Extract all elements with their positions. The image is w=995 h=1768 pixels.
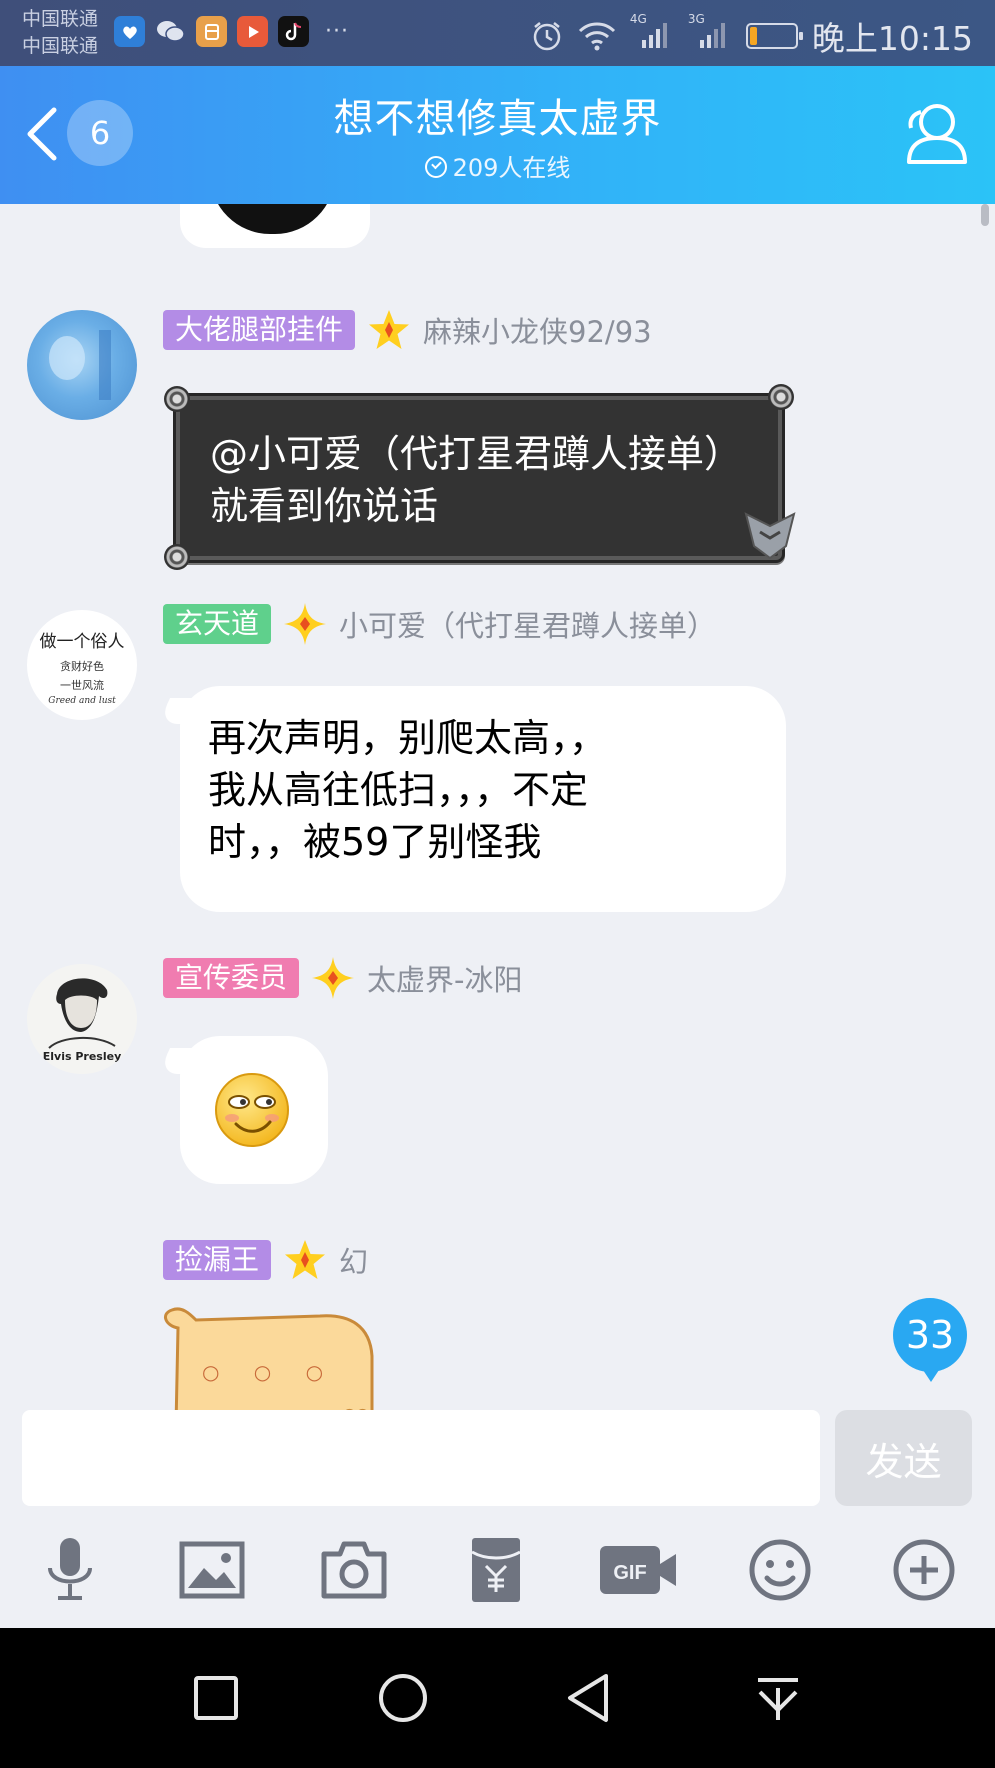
message-bubble[interactable]	[180, 1036, 328, 1184]
member-title-badge: 宣传委员	[163, 958, 300, 998]
message-text-line: 时，，被59了别怪我	[208, 820, 542, 864]
status-bar: 中国联通 中国联通 ··· 4G 3G 晚上10:15	[0, 0, 995, 66]
more-notifications: ···	[325, 19, 349, 44]
online-status: 209人在线	[0, 148, 995, 183]
sender-nickname[interactable]: 太虚界-冰阳	[367, 957, 522, 999]
avatar-text: 做一个俗人	[39, 632, 125, 652]
sticker-text: ○ ○ ○	[202, 1360, 338, 1384]
online-count: 209人在线	[452, 154, 571, 182]
wechat-icon	[155, 16, 186, 47]
signal-4g-icon: 4G	[630, 12, 674, 55]
avatar[interactable]: Elvis Presley	[27, 964, 137, 1074]
bubble-decoration	[164, 386, 190, 412]
sticker-message[interactable]: ○ ○ ○	[160, 1306, 382, 1410]
group-members-button[interactable]	[899, 100, 971, 168]
avatar[interactable]	[27, 310, 137, 420]
bubble-decoration	[768, 384, 794, 410]
decepticon-icon	[744, 512, 796, 560]
message-meta: 宣传委员 太虚界-冰阳	[163, 957, 522, 999]
image-icon[interactable]	[172, 1530, 252, 1610]
new-messages-badge[interactable]: 33	[893, 1298, 967, 1382]
cat-sticker-icon	[163, 1307, 374, 1410]
message-text: @小可爱（代打星君蹲人接单）就看到你说话	[210, 432, 743, 528]
bubble-decoration	[164, 544, 190, 570]
member-title-badge: 捡漏王	[163, 1240, 272, 1280]
emoji-icon[interactable]	[740, 1530, 820, 1610]
gif-icon[interactable]: GIF	[598, 1530, 678, 1610]
wifi-icon	[578, 22, 615, 51]
sender-nickname[interactable]: 小可爱（代打星君蹲人接单）	[339, 603, 716, 645]
message-text-line: 再次声明，别爬太高，，	[208, 716, 608, 760]
clock: 晚上10:15	[811, 19, 973, 58]
message-text-line: 我从高往低扫，，，不定	[208, 768, 589, 812]
avatar-text: 一世风流	[60, 679, 104, 692]
system-navigation-bar	[0, 1628, 995, 1768]
message-bubble[interactable]: @小可爱（代打星君蹲人接单）就看到你说话	[164, 384, 796, 570]
avatar[interactable]: 做一个俗人 贪财好色 一世风流 Greed and lust	[27, 610, 137, 720]
message-meta: 捡漏王 幻	[163, 1240, 368, 1280]
sender-nickname[interactable]: 麻辣小龙侠92/93	[423, 309, 652, 351]
recent-apps-icon[interactable]	[186, 1668, 246, 1728]
tiktok-icon	[278, 16, 309, 47]
plus-icon[interactable]	[884, 1530, 964, 1610]
avatar-text: Elvis Presley	[42, 1050, 122, 1063]
previous-image-message[interactable]	[180, 204, 370, 248]
message-meta: 大佬腿部挂件 麻辣小龙侠92/93	[163, 310, 652, 350]
system-status: 4G 3G 晚上10:15	[530, 12, 973, 60]
group-title: 想不想修真太虚界	[333, 96, 662, 142]
signal-3g-icon: 3G	[688, 12, 732, 55]
qq-icon	[114, 16, 145, 47]
scrollbar[interactable]	[981, 204, 989, 226]
home-icon[interactable]	[373, 1668, 433, 1728]
red-packet-icon[interactable]	[456, 1530, 536, 1610]
chat-header: 6 想不想修真太虚界 209人在线	[0, 66, 995, 204]
member-title-badge: 大佬腿部挂件	[163, 310, 356, 350]
avatar-text: Greed and lust	[48, 696, 116, 706]
diamond-star-icon	[284, 603, 327, 645]
notification-icons: ···	[114, 16, 349, 47]
network-label: 4G	[629, 11, 647, 26]
video-icon	[237, 16, 268, 47]
back-nav-icon[interactable]	[560, 1668, 620, 1728]
message-bubble[interactable]: 再次声明，别爬太高，， 我从高往低扫，，，不定 时，，被59了别怪我	[180, 686, 786, 912]
battery-icon	[745, 23, 803, 49]
network-label: 3G	[687, 11, 705, 26]
star-icon	[285, 1240, 326, 1279]
diamond-star-icon	[312, 957, 355, 999]
input-toolbar: GIF	[0, 1530, 995, 1620]
online-check-icon	[424, 156, 447, 178]
notification-icon[interactable]	[748, 1668, 808, 1728]
sender-nickname[interactable]: 幻	[339, 1239, 368, 1281]
star-icon	[369, 310, 410, 349]
battery-level	[749, 27, 757, 45]
carrier-label: 中国联通	[22, 8, 99, 30]
message-meta: 玄天道 小可爱（代打星君蹲人接单）	[163, 603, 716, 645]
member-title-badge: 玄天道	[163, 604, 272, 644]
smirk-emoji-icon	[215, 1073, 289, 1147]
svg-text:GIF: GIF	[613, 1562, 646, 1584]
alarm-icon	[533, 22, 561, 51]
mic-icon[interactable]	[30, 1530, 110, 1610]
send-button[interactable]: 发送	[835, 1410, 972, 1506]
message-input[interactable]	[22, 1410, 820, 1506]
app-icon	[196, 16, 227, 47]
chat-messages[interactable]: 大佬腿部挂件 麻辣小龙侠92/93 @小可爱（代打星君蹲人接单）就看到你说话 做…	[0, 204, 995, 1410]
input-area: 发送 GIF	[0, 1410, 995, 1628]
camera-icon[interactable]	[314, 1530, 394, 1610]
carrier-label: 中国联通	[22, 35, 99, 57]
avatar-text: 贪财好色	[60, 660, 104, 673]
carrier-info: 中国联通 中国联通	[22, 6, 98, 60]
